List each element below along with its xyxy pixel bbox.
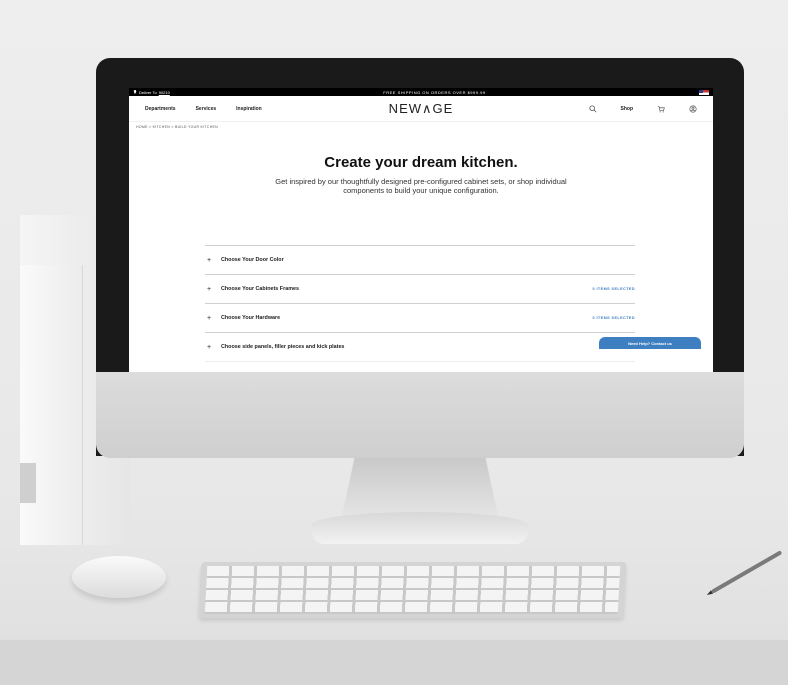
monitor-screen: Deliver To 90210 FREE SHIPPING ON ORDERS… bbox=[129, 88, 713, 372]
selection-count: 0 ITEMS SELECTED bbox=[592, 287, 635, 291]
nav-services[interactable]: Services bbox=[196, 106, 217, 112]
plus-icon: + bbox=[207, 256, 212, 264]
promo-bar: Deliver To 90210 FREE SHIPPING ON ORDERS… bbox=[129, 88, 713, 96]
accordion-title: Choose Your Door Color bbox=[221, 257, 284, 263]
plus-icon: + bbox=[207, 314, 212, 322]
monitor-stand-foot bbox=[312, 512, 528, 544]
deliver-to[interactable]: Deliver To 90210 bbox=[133, 90, 170, 95]
cart-icon[interactable] bbox=[657, 105, 665, 113]
monitor-chin bbox=[96, 372, 744, 458]
hero: Create your dream kitchen. Get inspired … bbox=[129, 154, 713, 196]
page-title: Create your dream kitchen. bbox=[324, 154, 518, 171]
accordion-title: Choose side panels, filler pieces and ki… bbox=[221, 344, 345, 350]
mouse bbox=[72, 556, 166, 598]
flag-icon[interactable] bbox=[699, 89, 709, 95]
nav-departments[interactable]: Departments bbox=[145, 106, 176, 112]
plus-icon: + bbox=[207, 285, 212, 293]
help-contact-button[interactable]: Need Help? Contact us bbox=[599, 337, 701, 349]
site-logo[interactable]: NEW∧GE bbox=[389, 101, 454, 117]
accordion-item-partial[interactable] bbox=[205, 361, 635, 372]
shipping-banner: FREE SHIPPING ON ORDERS OVER $999.99 bbox=[383, 89, 486, 95]
plus-icon: + bbox=[207, 343, 212, 351]
shop-link[interactable]: Shop bbox=[621, 106, 634, 112]
desk-scene: Deliver To 90210 FREE SHIPPING ON ORDERS… bbox=[0, 0, 788, 685]
selection-count: 0 ITEMS SELECTED bbox=[592, 316, 635, 320]
keyboard bbox=[198, 562, 627, 618]
accordion-item[interactable]: + Choose side panels, filler pieces and … bbox=[205, 332, 635, 361]
accordion-item[interactable]: + Choose Your Cabinets Frames 0 ITEMS SE… bbox=[205, 274, 635, 303]
accordion-title: Choose Your Cabinets Frames bbox=[221, 286, 299, 292]
location-pin-icon bbox=[133, 90, 137, 94]
accordion-title: Choose Your Hardware bbox=[221, 315, 281, 321]
main-nav: Departments Services Inspiration NEW∧GE … bbox=[129, 96, 713, 122]
accordion-item[interactable]: + Choose Your Door Color bbox=[205, 245, 635, 274]
desk-edge bbox=[0, 640, 788, 685]
search-icon[interactable] bbox=[588, 104, 597, 113]
builder-accordion: + Choose Your Door Color + Choose Your C… bbox=[205, 245, 635, 372]
accordion-item[interactable]: + Choose Your Hardware 0 ITEMS SELECTED bbox=[205, 303, 635, 332]
monitor-stand-neck bbox=[342, 458, 498, 516]
nav-inspiration[interactable]: Inspiration bbox=[236, 106, 262, 112]
zip-link[interactable]: 90210 bbox=[159, 90, 170, 95]
page-subtitle: Get inspired by our thoughtfully designe… bbox=[275, 177, 567, 196]
deliver-label: Deliver To bbox=[139, 89, 157, 95]
account-icon[interactable] bbox=[689, 105, 697, 113]
breadcrumb[interactable]: HOME > KITCHEN > BUILD YOUR KITCHEN bbox=[129, 122, 713, 132]
